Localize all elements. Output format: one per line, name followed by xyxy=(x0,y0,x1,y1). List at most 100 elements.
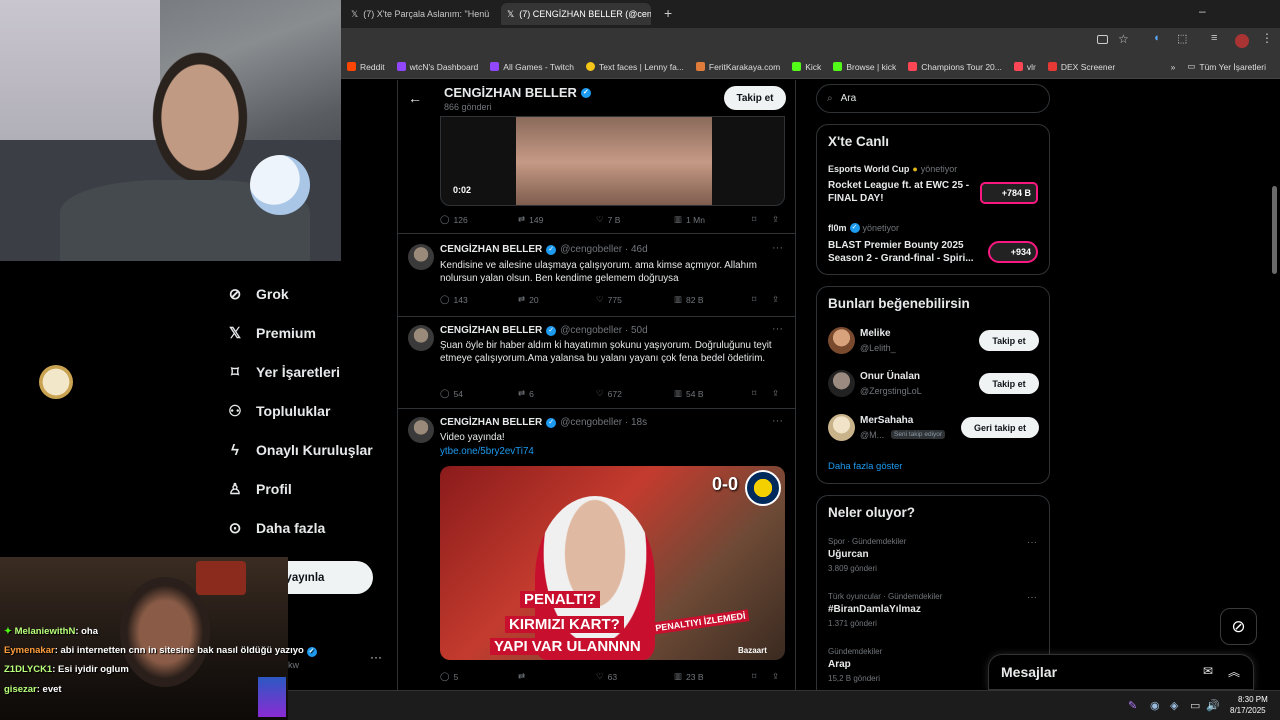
grok-float-button[interactable]: ⊘ xyxy=(1220,608,1257,645)
bookmark-item[interactable]: FeritKarakaya.com xyxy=(690,62,786,72)
clock-time[interactable]: 8:30 PM xyxy=(1238,695,1268,704)
media-icon[interactable]: ≡ xyxy=(1211,32,1217,44)
browser-tab-active[interactable]: 𝕏 (7) CENGİZHAN BELLER (@ceng × xyxy=(501,3,651,25)
nav-premium[interactable]: 𝕏 Premium xyxy=(226,324,316,342)
live-title[interactable]: Rocket League ft. at EWC 25 - FINAL DAY! xyxy=(828,179,978,205)
bookmark-item[interactable]: All Games - Twitch xyxy=(484,62,580,72)
like-button[interactable]: ♡ 7 B xyxy=(596,214,674,225)
live-count[interactable]: +784 B xyxy=(980,182,1038,204)
reply-button[interactable]: ◯ 5 xyxy=(440,671,518,682)
repost-button[interactable]: ⇄ 6 xyxy=(518,388,596,399)
close-tab-icon[interactable]: × xyxy=(494,8,495,20)
network-icon[interactable]: ▭ xyxy=(1190,699,1200,712)
avatar[interactable] xyxy=(408,417,434,443)
avatar[interactable] xyxy=(408,244,434,270)
all-bookmarks[interactable]: ▭ Tüm Yer İşaretleri xyxy=(1181,61,1272,72)
new-tab-icon[interactable]: + xyxy=(664,5,672,21)
avatar[interactable] xyxy=(828,370,855,397)
back-arrow-icon[interactable]: ← xyxy=(408,90,422,106)
share-button[interactable]: ⇪ xyxy=(772,214,779,225)
repost-button[interactable]: ⇄ 149 xyxy=(518,214,596,225)
bookmark-item[interactable]: wtcN's Dashboard xyxy=(391,62,485,72)
follow-button[interactable]: Takip et xyxy=(979,330,1039,351)
tweet[interactable]: CENGİZHAN BELLER ✓ @cengobeller · 46d ··· … xyxy=(398,234,795,317)
live-title[interactable]: BLAST Premier Bounty 2025 Season 2 - Gra… xyxy=(828,239,978,265)
user-name[interactable]: Onur Ünalan xyxy=(860,371,920,382)
show-more-link[interactable]: Daha fazla göster xyxy=(828,461,902,472)
search-box[interactable]: ⌕ Ara xyxy=(816,84,1050,113)
tray-app-icon[interactable]: ◉ xyxy=(1150,699,1160,712)
steam-icon[interactable]: ◈ xyxy=(1170,699,1178,712)
like-button[interactable]: ♡ 672 xyxy=(596,388,674,399)
install-app-icon[interactable] xyxy=(1097,35,1108,44)
browser-tab[interactable]: 𝕏 (7) X'te Parçala Aslanım: "Henü × xyxy=(345,3,495,25)
reply-button[interactable]: ◯ 143 xyxy=(440,294,518,305)
messages-drawer[interactable]: Mesajlar ✉ ︽ xyxy=(988,654,1254,690)
bookmark-item[interactable]: Kick xyxy=(786,62,827,72)
page-scrollbar[interactable] xyxy=(1272,186,1277,274)
live-count[interactable]: +934 xyxy=(988,241,1038,263)
user-name[interactable]: Melike xyxy=(860,328,891,339)
live-host[interactable]: fl0m ✓ yönetiyor xyxy=(828,223,899,233)
views-button[interactable]: ▥ 23 B xyxy=(674,671,752,682)
like-button[interactable]: ♡ 775 xyxy=(596,294,674,305)
account-more-icon[interactable]: ··· xyxy=(370,650,382,664)
bookmarks-overflow-icon[interactable]: » xyxy=(1165,62,1182,72)
video-player[interactable]: 0:02 xyxy=(440,116,785,206)
bookmark-star-icon[interactable]: ☆ xyxy=(1118,32,1129,46)
follow-button[interactable]: Takip et xyxy=(724,86,786,110)
tweet-link[interactable]: ytbe.one/5bry2evTi74 xyxy=(440,445,780,458)
nav-communities[interactable]: ⚇ Topluluklar xyxy=(226,402,330,420)
avatar[interactable] xyxy=(828,327,855,354)
follow-button[interactable]: Takip et xyxy=(979,373,1039,394)
user-name[interactable]: MerSahaha xyxy=(860,415,913,426)
repost-button[interactable]: ⇄ xyxy=(518,671,596,682)
youtube-thumbnail[interactable]: 0-0 PENALTI? KIRMIZI KART? YAPI VAR ULAN… xyxy=(440,466,785,660)
bookmark-tweet-button[interactable]: ⌑ xyxy=(752,294,772,305)
clock-date[interactable]: 8/17/2025 xyxy=(1230,706,1266,715)
pen-icon[interactable]: ✎ xyxy=(1128,699,1137,712)
trend-more-icon[interactable]: ··· xyxy=(1027,592,1037,603)
volume-icon[interactable]: 🔊 xyxy=(1206,699,1220,712)
share-button[interactable]: ⇪ xyxy=(772,671,779,682)
bookmark-item[interactable]: DEX Screener xyxy=(1042,62,1121,72)
follow-back-button[interactable]: Geri takip et xyxy=(961,417,1039,438)
reply-button[interactable]: ◯ 54 xyxy=(440,388,518,399)
minimize-icon[interactable]: – xyxy=(1199,4,1206,18)
tweet[interactable]: CENGİZHAN BELLER ✓ @cengobeller · 50d ··· … xyxy=(398,317,795,409)
bookmark-tweet-button[interactable]: ⌑ xyxy=(752,214,772,225)
tweet-video[interactable]: 0:02 ◯ 126 ⇄ 149 ♡ 7 B ▥ 1 Mn ⌑ ⇪ xyxy=(398,116,795,234)
trend-name[interactable]: Uğurcan xyxy=(828,549,869,560)
chevron-up-icon[interactable]: ︽ xyxy=(1228,663,1240,680)
share-button[interactable]: ⇪ xyxy=(772,388,779,399)
nav-more[interactable]: ⊙ Daha fazla xyxy=(226,519,326,537)
trend-name[interactable]: Arap xyxy=(828,659,851,670)
live-host[interactable]: Esports World Cup ● yönetiyor xyxy=(828,164,957,174)
nav-grok[interactable]: ⊘ Grok xyxy=(226,285,289,303)
extension-icon[interactable]: ◖ xyxy=(1153,32,1160,44)
nav-bookmarks[interactable]: ⌑ Yer İşaretleri xyxy=(226,363,340,381)
reply-button[interactable]: ◯ 126 xyxy=(440,214,518,225)
profile-avatar[interactable] xyxy=(1235,34,1249,48)
browser-menu-icon[interactable]: ⋮ xyxy=(1261,31,1273,45)
search-input[interactable]: Ara xyxy=(841,93,857,104)
bookmark-item[interactable]: Reddit xyxy=(341,62,391,72)
bookmark-item[interactable]: vlr xyxy=(1008,62,1042,72)
share-button[interactable]: ⇪ xyxy=(772,294,779,305)
trend-more-icon[interactable]: ··· xyxy=(1027,537,1037,548)
tweet-more-icon[interactable]: ··· xyxy=(772,323,783,335)
puzzle-icon[interactable]: ⬚ xyxy=(1177,32,1187,45)
bookmark-tweet-button[interactable]: ⌑ xyxy=(752,671,772,682)
bookmark-item[interactable]: Text faces | Lenny fa... xyxy=(580,62,690,72)
repost-button[interactable]: ⇄ 20 xyxy=(518,294,596,305)
trend-name[interactable]: #BiranDamlaYılmaz xyxy=(828,604,921,615)
tweet-more-icon[interactable]: ··· xyxy=(772,415,783,427)
nav-profile[interactable]: ♙ Profil xyxy=(226,480,292,498)
views-button[interactable]: ▥ 1 Mn xyxy=(674,214,752,225)
views-button[interactable]: ▥ 82 B xyxy=(674,294,752,305)
views-button[interactable]: ▥ 54 B xyxy=(674,388,752,399)
new-message-icon[interactable]: ✉ xyxy=(1203,664,1213,678)
tweet[interactable]: CENGİZHAN BELLER ✓ @cengobeller · 18s ··· … xyxy=(398,409,795,690)
bookmark-item[interactable]: Browse | kick xyxy=(827,62,902,72)
bookmark-tweet-button[interactable]: ⌑ xyxy=(752,388,772,399)
